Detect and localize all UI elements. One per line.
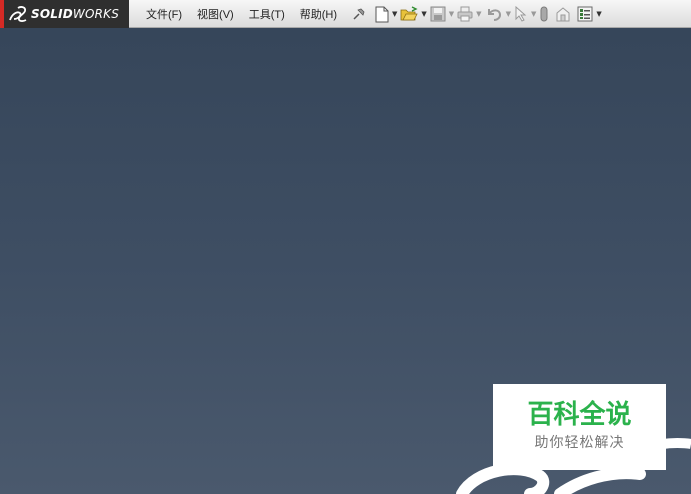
chevron-down-icon[interactable]: ▼	[449, 10, 454, 18]
menu-file[interactable]: 文件(F)	[146, 6, 182, 22]
file-properties-icon[interactable]	[555, 4, 571, 24]
undo-icon[interactable]	[485, 4, 503, 24]
print-icon[interactable]	[457, 4, 473, 24]
options-icon[interactable]	[577, 4, 593, 24]
rebuild-icon[interactable]	[539, 4, 549, 24]
watermark-badge: 百科全说 助你轻松解决	[493, 384, 666, 470]
ds-logo-icon	[9, 6, 27, 22]
title-bar: SOLIDWORKS 文件(F) 视图(V) 工具(T) 帮助(H) ▼ ▼ ▼…	[0, 0, 691, 28]
standard-toolbar: ▼ ▼ ▼ ▼ ▼ ▼ ▼	[351, 4, 605, 24]
watermark-title: 百科全说	[527, 400, 632, 430]
select-pointer-icon[interactable]	[514, 4, 528, 24]
chevron-down-icon[interactable]: ▼	[421, 10, 426, 18]
menu-tools[interactable]: 工具(T)	[249, 6, 285, 22]
chevron-down-icon[interactable]: ▼	[392, 10, 397, 18]
menu-help[interactable]: 帮助(H)	[300, 6, 337, 22]
brand-name: SOLIDWORKS	[31, 7, 120, 21]
pin-icon[interactable]	[351, 4, 367, 24]
chevron-down-icon[interactable]: ▼	[531, 10, 536, 18]
chevron-down-icon[interactable]: ▼	[476, 10, 481, 18]
menu-view[interactable]: 视图(V)	[197, 6, 234, 22]
save-icon[interactable]	[430, 4, 446, 24]
solidworks-logo[interactable]: SOLIDWORKS	[4, 0, 129, 28]
chevron-down-icon[interactable]: ▼	[506, 10, 511, 18]
menu-bar: 文件(F) 视图(V) 工具(T) 帮助(H)	[146, 0, 352, 28]
chevron-down-icon[interactable]: ▼	[596, 10, 601, 18]
new-document-icon[interactable]	[375, 4, 389, 24]
watermark-subtitle: 助你轻松解决	[534, 435, 625, 451]
open-folder-icon[interactable]	[400, 4, 419, 24]
